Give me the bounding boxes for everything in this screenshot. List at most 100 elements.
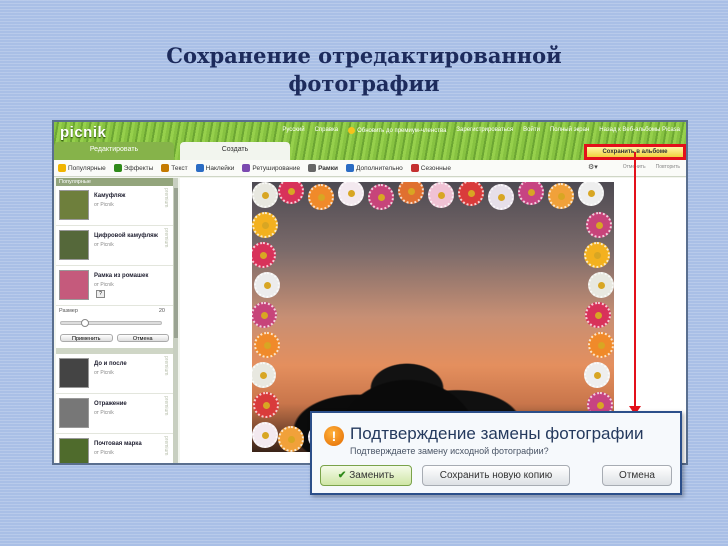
tool-seasonal[interactable]: Сезонные — [410, 164, 451, 172]
daisy-flower — [488, 184, 514, 210]
tool-retouch[interactable]: Ретуширование — [242, 164, 300, 172]
slide-title: Сохранение отредактированной фотографии — [0, 42, 728, 98]
frame-icon — [308, 164, 317, 172]
gear-icon[interactable]: ⚙▾ — [588, 163, 598, 171]
daisy-flower — [586, 212, 612, 238]
size-row: Размер 20 — [56, 306, 173, 320]
daisy-flower — [458, 182, 484, 206]
cancel-button[interactable]: Отмена — [602, 465, 672, 486]
effect-name: Рамка из ромашек — [94, 273, 149, 279]
cancel-effect-button[interactable]: Отмена — [116, 334, 169, 342]
replace-button[interactable]: ✔ Заменить — [320, 465, 412, 486]
retouch-icon — [242, 164, 251, 172]
effect-item[interactable]: Цифровой камуфляж от Picnik premium — [56, 226, 173, 266]
annotation-arrow-line — [634, 152, 636, 414]
redo-button[interactable]: Повторить — [656, 164, 680, 170]
effect-name: Камуфляж — [94, 193, 126, 199]
warning-icon: ! — [324, 426, 344, 446]
top-menu-login[interactable]: Войти — [523, 127, 540, 134]
effect-thumbnail — [59, 270, 89, 300]
size-value: 20 — [158, 308, 165, 314]
picnik-logo: picnik — [60, 124, 107, 141]
effects-sidebar: Популярные Камуфляж от Picnik premium Ци… — [56, 178, 174, 463]
daisy-flower — [588, 332, 614, 358]
daisy-flower — [428, 182, 454, 208]
effect-name: Почтовая марка — [94, 441, 142, 447]
daisy-flower — [368, 184, 394, 210]
daisy-flower — [252, 422, 278, 448]
effect-thumbnail — [59, 438, 89, 463]
effect-name: Цифровой камуфляж — [94, 233, 158, 239]
effect-item-selected[interactable]: Рамка из ромашек от Picnik ? — [56, 266, 173, 306]
star-icon — [58, 164, 66, 172]
slide-title-line1: Сохранение отредактированной — [166, 43, 562, 68]
main-tabs: Редактировать Создать — [54, 142, 292, 160]
tab-edit[interactable]: Редактировать — [54, 142, 174, 160]
effect-item[interactable]: Отражение от Picnik premium — [56, 394, 173, 434]
top-menu-language[interactable]: Русский — [282, 127, 304, 134]
effect-author: от Picnik — [94, 242, 114, 248]
effect-item[interactable]: До и после от Picnik premium — [56, 354, 173, 394]
slider-knob[interactable] — [81, 319, 89, 327]
size-label: Размер — [59, 308, 78, 314]
apply-button[interactable]: Применить — [60, 334, 113, 342]
effect-name: Отражение — [94, 401, 127, 407]
slider-row — [56, 319, 173, 328]
tool-popular[interactable]: Популярные — [58, 164, 106, 172]
sticker-icon — [195, 164, 204, 172]
effect-item[interactable]: Камуфляж от Picnik premium — [56, 186, 173, 226]
daisy-flower — [252, 212, 278, 238]
daisy-flower — [278, 182, 304, 204]
daisy-flower — [588, 272, 614, 298]
daisy-flower — [338, 182, 364, 206]
daisy-flower — [578, 182, 604, 206]
save-new-copy-button[interactable]: Сохранить новую копию — [422, 465, 570, 486]
advanced-icon — [346, 164, 354, 172]
tool-effects[interactable]: Эффекты — [113, 164, 153, 172]
confirm-replace-dialog: ! Подтверждение замены фотографии Подтве… — [310, 411, 682, 495]
scrollbar-thumb[interactable] — [174, 188, 178, 338]
size-slider[interactable] — [60, 319, 162, 327]
top-menu-back-picasa[interactable]: Назад к Веб-альбомы Picasa — [599, 127, 680, 134]
daisy-flower — [398, 182, 424, 204]
top-menu-help[interactable]: Справка — [315, 127, 339, 134]
tool-advanced[interactable]: Дополнительно — [346, 164, 403, 172]
sidebar-scrollbar[interactable] — [174, 178, 178, 463]
top-menu-fullscreen[interactable]: Полный экран — [550, 127, 589, 134]
premium-label: premium — [163, 188, 169, 208]
daisy-flower — [254, 332, 280, 358]
effects-icon — [113, 164, 122, 172]
top-menu: Русский Справка Обновить до премиум-член… — [282, 127, 680, 134]
undo-redo: Отменить Повторить — [623, 164, 680, 170]
top-menu-register[interactable]: Зарегистрироваться — [456, 127, 513, 134]
tab-create[interactable]: Создать — [180, 142, 290, 160]
effect-thumbnail — [59, 358, 89, 388]
effect-thumbnail — [59, 398, 89, 428]
daisy-flower — [585, 302, 611, 328]
apply-cancel-row: Применить Отмена — [56, 328, 173, 348]
effect-author: от Picnik — [94, 202, 114, 208]
top-menu-premium[interactable]: Обновить до премиум-членства — [348, 127, 446, 134]
daisy-flower — [253, 392, 279, 418]
effect-item[interactable]: Почтовая марка от Picnik premium — [56, 434, 173, 463]
effect-author: от Picnik — [94, 282, 114, 288]
effect-name: До и после — [94, 361, 127, 367]
daisy-flower — [252, 362, 276, 388]
text-icon — [161, 164, 170, 172]
tool-frames[interactable]: Рамки — [308, 164, 338, 172]
premium-icon — [348, 127, 356, 134]
premium-label: premium — [163, 436, 169, 456]
section-title: Популярные — [56, 178, 173, 186]
daisy-flower — [308, 184, 334, 210]
effect-author: от Picnik — [94, 410, 114, 416]
dialog-subtitle: Подтверждаете замену исходной фотографии… — [350, 446, 549, 456]
tool-stickers[interactable]: Наклейки — [195, 164, 234, 172]
daisy-flower — [252, 302, 277, 328]
effect-author: от Picnik — [94, 370, 114, 376]
check-icon: ✔ — [337, 470, 347, 481]
tool-text[interactable]: Текст — [161, 164, 188, 172]
daisy-flower — [548, 183, 574, 209]
daisy-flower — [278, 426, 304, 452]
daisy-flower — [254, 272, 280, 298]
help-icon[interactable]: ? — [96, 290, 105, 298]
